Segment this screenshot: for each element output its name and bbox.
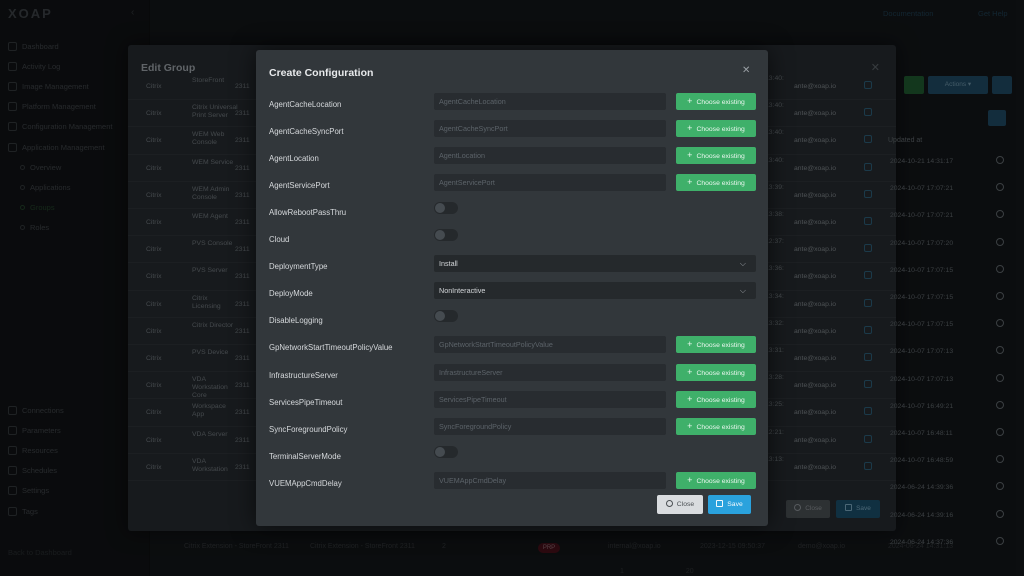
choose-existing-label: Choose existing — [696, 342, 745, 350]
config-input[interactable] — [434, 336, 666, 354]
choose-existing-button[interactable]: + Choose existing — [676, 147, 756, 165]
config-input[interactable] — [434, 174, 666, 192]
config-select[interactable]: NonInteractive ⌵ — [434, 282, 756, 300]
close-button[interactable]: Close — [657, 495, 703, 514]
close-label: Close — [676, 501, 695, 508]
config-input[interactable] — [434, 417, 666, 435]
config-field-row: SyncForegroundPolicy +Choose existing — [256, 417, 768, 445]
field-label: AgentServicePort — [269, 181, 330, 191]
config-field-row: AgentLocation +Choose existing — [256, 147, 768, 174]
choose-existing-button[interactable]: + Choose existing — [676, 336, 756, 354]
field-label: SyncForegroundPolicy — [269, 424, 348, 434]
config-input[interactable] — [434, 363, 666, 381]
plus-icon: + — [687, 420, 693, 431]
field-label: Cloud — [269, 235, 290, 245]
config-input[interactable] — [434, 471, 666, 489]
save-icon — [716, 500, 724, 507]
plus-icon: + — [687, 123, 693, 134]
chevron-down-icon: ⌵ — [739, 286, 746, 296]
save-label: Save — [727, 501, 743, 508]
config-field-row: DisableLogging — [256, 309, 768, 336]
choose-existing-label: Choose existing — [696, 477, 745, 485]
choose-existing-button[interactable]: + Choose existing — [676, 93, 756, 110]
field-label: TerminalServerMode — [269, 451, 341, 461]
config-input[interactable] — [434, 147, 666, 165]
plus-icon: + — [687, 177, 693, 188]
choose-existing-button[interactable]: + Choose existing — [676, 363, 756, 381]
choose-existing-label: Choose existing — [696, 423, 745, 431]
plus-icon: + — [687, 474, 693, 485]
select-value: NonInteractive — [439, 286, 486, 296]
plus-icon: + — [687, 366, 693, 377]
field-label: InfrastructureServer — [269, 370, 338, 380]
choose-existing-button[interactable]: + Choose existing — [676, 417, 756, 435]
close-circle-icon — [665, 500, 673, 507]
config-input[interactable] — [434, 120, 666, 138]
choose-existing-label: Choose existing — [696, 99, 745, 106]
field-label: GpNetworkStartTimeoutPolicyValue — [269, 343, 393, 353]
config-input[interactable] — [434, 93, 666, 110]
choose-existing-label: Choose existing — [696, 153, 745, 161]
toggle-knob — [435, 446, 445, 457]
config-input[interactable] — [434, 390, 666, 408]
field-label: AgentCacheSyncPort — [269, 127, 344, 137]
toggle-switch[interactable] — [434, 310, 458, 323]
toggle-knob — [435, 203, 445, 214]
field-label: DeployMode — [269, 289, 313, 299]
field-label: DisableLogging — [269, 316, 323, 326]
field-label: AllowRebootPassThru — [269, 208, 347, 218]
config-field-row: DeploymentType Install ⌵ — [256, 255, 768, 282]
field-label: ServicesPipeTimeout — [269, 397, 343, 407]
config-field-row: DeployMode NonInteractive ⌵ — [256, 282, 768, 309]
save-button[interactable]: Save — [708, 495, 751, 514]
config-field-row: TerminalServerMode — [256, 445, 768, 472]
config-field-row: AgentCacheLocation +Choose existing — [256, 93, 768, 120]
app-root: XOAP ‹ Dashboard Activity Log Image Manage… — [0, 0, 1024, 576]
toggle-switch[interactable] — [434, 445, 458, 458]
toggle-switch[interactable] — [434, 229, 458, 242]
config-field-row: AgentServicePort +Choose existing — [256, 174, 768, 201]
choose-existing-button[interactable]: + Choose existing — [676, 174, 756, 192]
config-field-row: Cloud — [256, 228, 768, 255]
config-select[interactable]: Install ⌵ — [434, 255, 756, 273]
create-configuration-modal: Create Configuration ✕ AgentCacheLocatio… — [256, 50, 768, 526]
choose-existing-label: Choose existing — [696, 369, 745, 377]
choose-existing-button[interactable]: + Choose existing — [676, 390, 756, 408]
plus-icon: + — [687, 393, 693, 404]
choose-existing-button[interactable]: + Choose existing — [676, 471, 756, 489]
plus-icon: + — [687, 150, 693, 161]
choose-existing-button[interactable]: + Choose existing — [676, 120, 756, 138]
choose-existing-label: Choose existing — [696, 396, 745, 404]
field-label: AgentCacheLocation — [269, 100, 342, 109]
plus-icon: + — [687, 96, 693, 106]
toggle-knob — [435, 230, 445, 241]
close-icon[interactable]: ✕ — [742, 65, 750, 76]
choose-existing-label: Choose existing — [696, 126, 745, 134]
modal-title: Create Configuration — [269, 67, 374, 79]
chevron-down-icon: ⌵ — [739, 259, 746, 269]
select-value: Install — [439, 259, 458, 269]
config-field-row: InfrastructureServer +Choose existing — [256, 363, 768, 391]
field-label: VUEMAppCmdDelay — [269, 478, 342, 488]
config-field-row: GpNetworkStartTimeoutPolicyValue +Choose … — [256, 336, 768, 363]
toggle-switch[interactable] — [434, 202, 458, 215]
plus-icon: + — [687, 339, 693, 350]
toggle-knob — [435, 311, 445, 322]
choose-existing-label: Choose existing — [696, 180, 745, 188]
field-label: AgentLocation — [269, 154, 319, 164]
config-field-row: AgentCacheSyncPort +Choose existing — [256, 120, 768, 147]
field-label: DeploymentType — [269, 262, 328, 272]
config-field-row: AllowRebootPassThru — [256, 201, 768, 228]
config-field-row: ServicesPipeTimeout +Choose existing — [256, 390, 768, 418]
